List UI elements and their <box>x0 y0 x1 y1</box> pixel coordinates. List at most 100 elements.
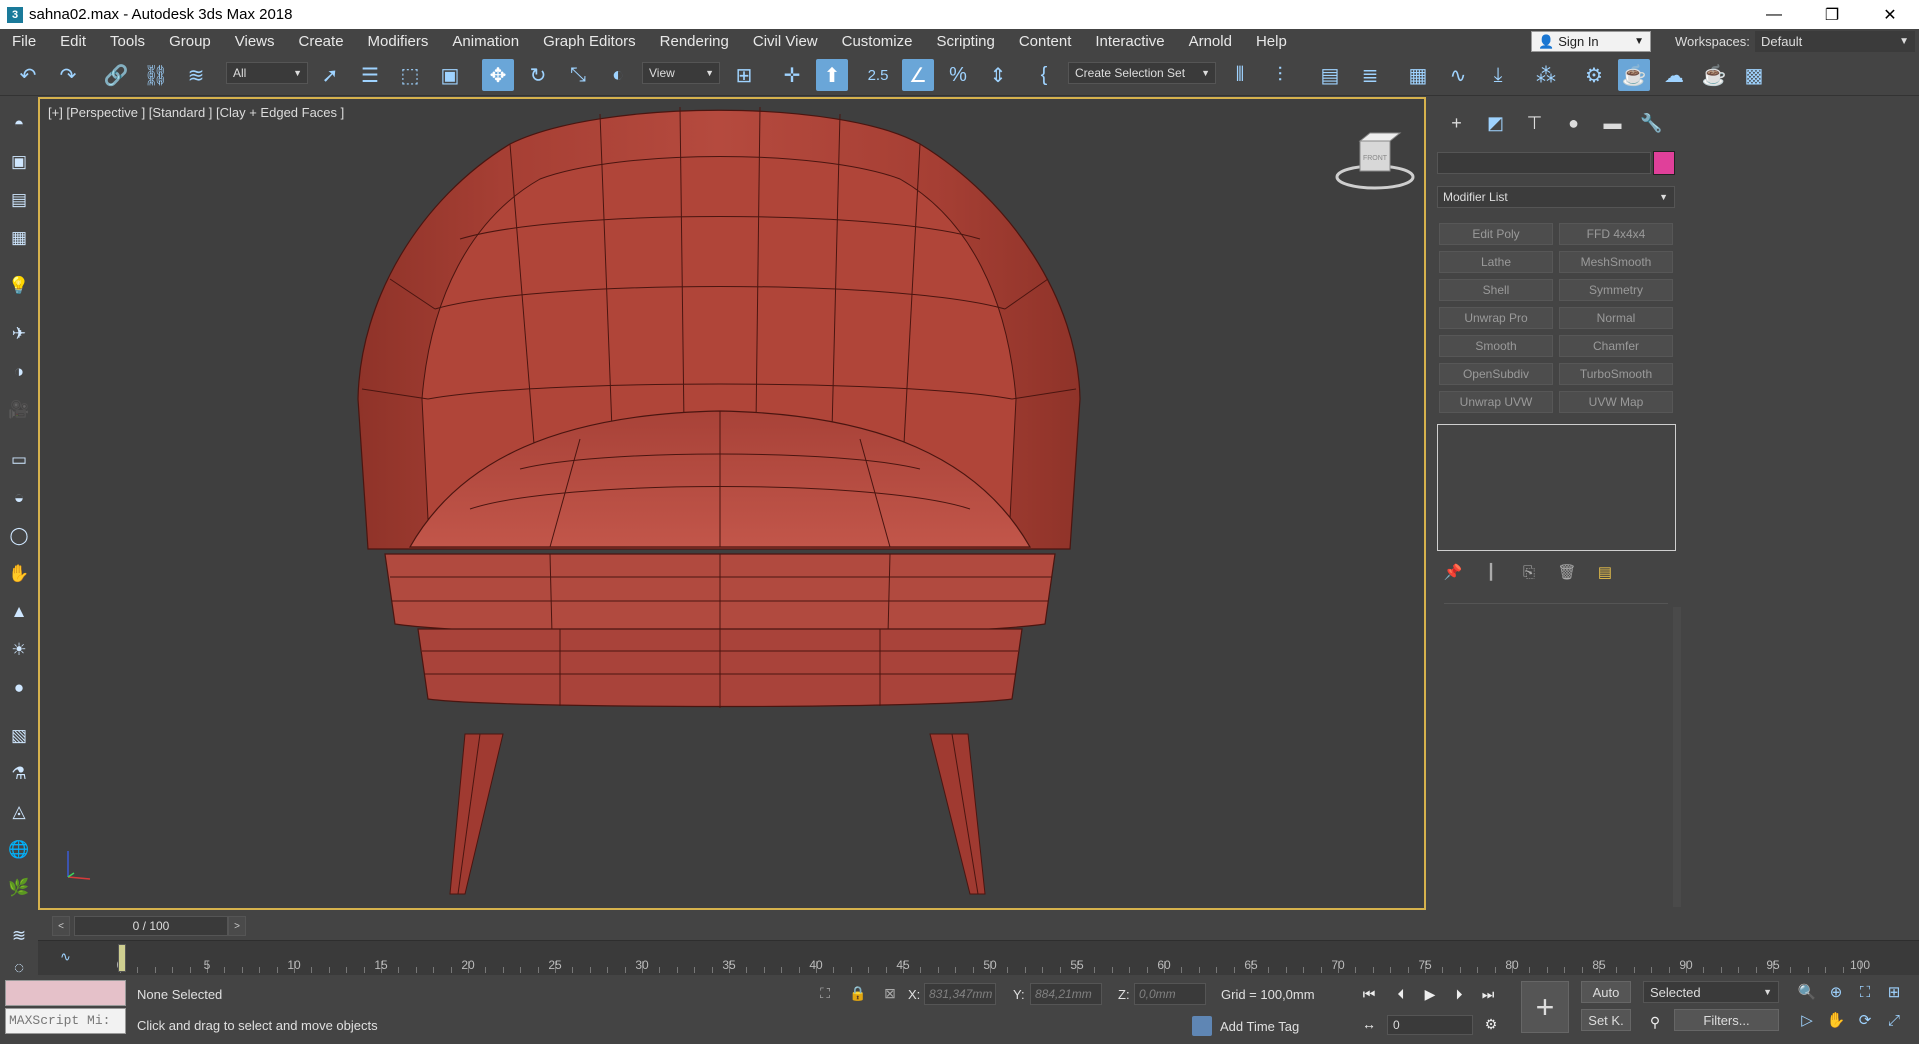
modifier-stack-list[interactable] <box>1437 424 1676 551</box>
current-frame-field[interactable]: 0 <box>1387 1015 1473 1035</box>
key-filters-icon[interactable]: ⚲ <box>1644 1011 1666 1033</box>
menu-content[interactable]: Content <box>1007 29 1084 54</box>
curve-editor-icon[interactable]: ∿ <box>1442 59 1474 91</box>
viewport-label[interactable]: [+] [Perspective ] [Standard ] [Clay + E… <box>48 105 344 120</box>
hand-icon[interactable]: ✋ <box>6 561 32 587</box>
go-to-start-icon[interactable]: ⏮ <box>1358 983 1380 1005</box>
undo-icon[interactable]: ↶ <box>12 59 44 91</box>
chair-model[interactable] <box>40 99 1424 908</box>
zoom-extents-icon[interactable]: ⛶ <box>1854 981 1876 1003</box>
pattern-icon[interactable]: ▧ <box>6 723 32 749</box>
render-in-cloud-icon[interactable]: ▩ <box>1738 59 1770 91</box>
ribbon-toggle-icon[interactable]: ▦ <box>1402 59 1434 91</box>
cone-icon[interactable]: ▲ <box>6 599 32 625</box>
menu-animation[interactable]: Animation <box>440 29 531 54</box>
modifier-shell-button[interactable]: Shell <box>1439 279 1553 301</box>
sun-icon[interactable]: ☀ <box>6 637 32 663</box>
frame-ruler[interactable]: 0510152025303540455055606570758085909510… <box>117 941 1870 976</box>
document-icon[interactable]: ▣ <box>6 149 32 175</box>
layer-explorer-icon[interactable]: ≣ <box>1354 59 1386 91</box>
menu-views[interactable]: Views <box>223 29 287 54</box>
window-crossing-icon[interactable]: ▣ <box>434 59 466 91</box>
close-button[interactable]: ✕ <box>1861 0 1919 29</box>
menu-create[interactable]: Create <box>287 29 356 54</box>
sphere-icon[interactable]: ◯ <box>6 523 32 549</box>
globe-icon[interactable]: 🌐 <box>6 837 32 863</box>
set-key-button[interactable]: Set K. <box>1581 1009 1631 1031</box>
viewcube-icon[interactable]: FRONT <box>1330 129 1420 199</box>
object-name-field[interactable] <box>1437 152 1651 174</box>
select-and-move-icon[interactable]: ✥ <box>482 59 514 91</box>
menu-help[interactable]: Help <box>1244 29 1299 54</box>
keyboard-shortcut-override-icon[interactable]: ⬆ <box>816 59 848 91</box>
perspective-viewport[interactable]: [+] [Perspective ] [Standard ] [Clay + E… <box>38 97 1426 910</box>
make-unique-icon[interactable]: ⎘ <box>1517 560 1541 584</box>
reference-coordinate-select[interactable]: View ▼ <box>642 62 720 84</box>
bind-space-warp-icon[interactable]: ≋ <box>180 59 212 91</box>
current-frame-marker[interactable] <box>118 944 126 972</box>
time-slider-next-button[interactable]: > <box>228 916 246 936</box>
scene-explorer-icon[interactable]: ▤ <box>1314 59 1346 91</box>
percent-snap-icon[interactable]: % <box>942 59 974 91</box>
remove-modifier-icon[interactable]: 🗑 <box>1555 560 1579 584</box>
show-end-result-icon[interactable]: ┃ <box>1479 560 1503 584</box>
zoom-all-icon[interactable]: ⊕ <box>1825 981 1847 1003</box>
unlink-icon[interactable]: ⛓ <box>140 59 172 91</box>
isolate-selection-icon[interactable]: ⛶ <box>815 983 835 1003</box>
select-and-place-icon[interactable]: ◐ <box>602 59 634 91</box>
modifier-normal-button[interactable]: Normal <box>1559 307 1673 329</box>
modifier-ffd-button[interactable]: FFD 4x4x4 <box>1559 223 1673 245</box>
set-key-icon[interactable]: + <box>1521 981 1569 1033</box>
menu-group[interactable]: Group <box>157 29 223 54</box>
orbit-icon[interactable]: ⟳ <box>1854 1009 1876 1031</box>
track-bar[interactable]: ∿ 05101520253035404550556065707580859095… <box>38 940 1919 975</box>
modifier-list-select[interactable]: Modifier List ▼ <box>1437 186 1675 208</box>
key-filters-button[interactable]: Filters... <box>1674 1009 1779 1031</box>
modifier-unwrap-pro-button[interactable]: Unwrap Pro <box>1439 307 1553 329</box>
select-by-name-icon[interactable]: ☰ <box>354 59 386 91</box>
modifier-unwrap-uvw-button[interactable]: Unwrap UVW <box>1439 391 1553 413</box>
helper-icon[interactable]: ✈ <box>6 321 32 347</box>
object-color-swatch[interactable] <box>1653 151 1675 175</box>
schematic-view-icon[interactable]: ⁂ <box>1530 59 1562 91</box>
modifier-lathe-button[interactable]: Lathe <box>1439 251 1553 273</box>
modifier-smooth-button[interactable]: Smooth <box>1439 335 1553 357</box>
create-tab-icon[interactable]: + <box>1437 109 1476 137</box>
mirror-icon[interactable]: ⫴ <box>1224 59 1256 91</box>
modify-tab-icon[interactable]: ◩ <box>1476 109 1515 137</box>
y-coordinate-field[interactable]: 884,21mm <box>1030 983 1102 1005</box>
spinner-snap-icon[interactable]: ⇕ <box>982 59 1014 91</box>
time-slider-thumb[interactable]: 0 / 100 <box>74 916 228 936</box>
modifier-chamfer-button[interactable]: Chamfer <box>1559 335 1673 357</box>
rendered-frame-window-icon[interactable]: ☁ <box>1658 59 1690 91</box>
rectangular-selection-icon[interactable]: ⬚ <box>394 59 426 91</box>
sign-in-dropdown[interactable]: 👤 Sign In ▼ <box>1531 31 1651 52</box>
menu-rendering[interactable]: Rendering <box>648 29 741 54</box>
list-icon[interactable]: ▤ <box>6 187 32 213</box>
pin-stack-icon[interactable]: 📌 <box>1441 560 1465 584</box>
select-object-icon[interactable]: ➚ <box>314 59 346 91</box>
menu-edit[interactable]: Edit <box>48 29 98 54</box>
mini-curve-editor-icon[interactable]: ∿ <box>60 949 71 965</box>
material-editor-icon[interactable]: ⚙ <box>1578 59 1610 91</box>
align-icon[interactable]: ⫶ <box>1264 59 1296 91</box>
go-to-end-icon[interactable]: ⏭ <box>1477 983 1499 1005</box>
render-setup-icon[interactable]: ☕ <box>1618 59 1650 91</box>
plant-icon[interactable]: 🌿 <box>6 875 32 901</box>
modifier-turbosmooth-button[interactable]: TurboSmooth <box>1559 363 1673 385</box>
menu-interactive[interactable]: Interactive <box>1083 29 1176 54</box>
table-icon[interactable]: ▦ <box>6 225 32 251</box>
redo-icon[interactable]: ↷ <box>52 59 84 91</box>
auto-key-button[interactable]: Auto <box>1581 981 1631 1003</box>
manipulate-icon[interactable]: ✛ <box>776 59 808 91</box>
dope-sheet-icon[interactable]: ⤓ <box>1482 59 1514 91</box>
workspace-select[interactable]: Default ▼ <box>1755 31 1915 52</box>
angle-snap-icon[interactable]: ∠ <box>902 59 934 91</box>
add-time-tag[interactable]: Add Time Tag <box>1192 1015 1299 1037</box>
selection-filter-select[interactable]: All ▼ <box>226 62 308 84</box>
menu-arnold[interactable]: Arnold <box>1177 29 1244 54</box>
previous-frame-icon[interactable]: ⏴ <box>1390 983 1412 1005</box>
command-panel-scrollbar[interactable] <box>1673 607 1681 907</box>
modifier-symmetry-button[interactable]: Symmetry <box>1559 279 1673 301</box>
material-ball-icon[interactable]: ● <box>6 675 32 701</box>
